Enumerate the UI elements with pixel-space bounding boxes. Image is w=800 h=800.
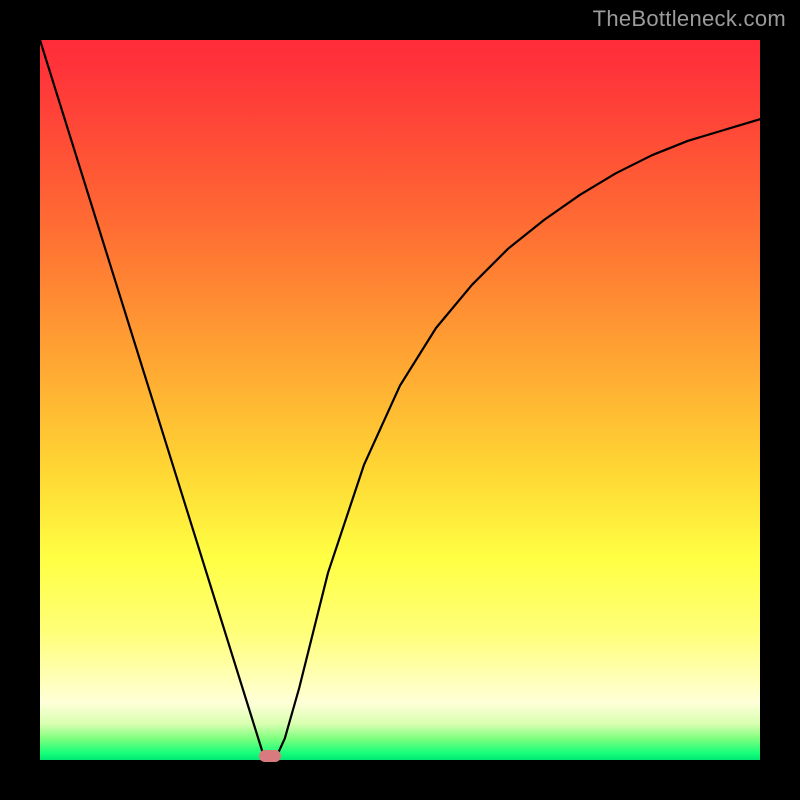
chart-frame: TheBottleneck.com (0, 0, 800, 800)
minimum-marker (259, 750, 281, 762)
bottleneck-curve (40, 40, 760, 759)
plot-area (40, 40, 760, 760)
watermark-text: TheBottleneck.com (593, 6, 786, 32)
curve-svg (40, 40, 760, 760)
